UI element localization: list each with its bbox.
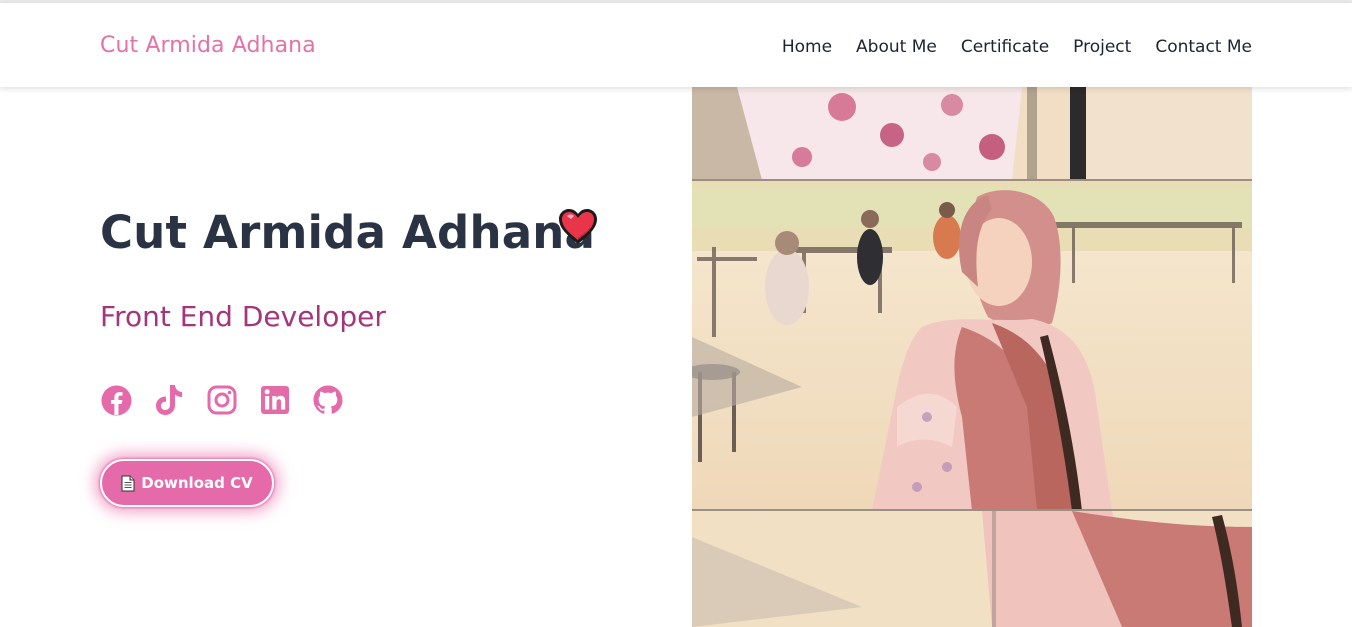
nav-project[interactable]: Project (1073, 37, 1131, 57)
navbar: Cut Armida Adhana Home About Me Certific… (0, 3, 1352, 87)
download-cv-button[interactable]: Download CV (100, 459, 274, 507)
hero-role: Front End Developer (100, 300, 386, 333)
nav-menu: Home About Me Certificate Project Contac… (782, 37, 1252, 57)
nav-about-me[interactable]: About Me (856, 37, 937, 57)
profile-photo (692, 87, 1252, 627)
hero-name: Cut Armida Adhana (100, 206, 596, 259)
tiktok-icon[interactable] (153, 384, 185, 416)
nav-contact-me[interactable]: Contact Me (1155, 37, 1252, 57)
github-icon[interactable] (312, 384, 344, 416)
instagram-icon[interactable] (206, 384, 238, 416)
social-links (100, 384, 344, 416)
nav-certificate[interactable]: Certificate (961, 37, 1049, 57)
facebook-icon[interactable] (100, 384, 132, 416)
document-icon (121, 475, 135, 491)
brand-logo[interactable]: Cut Armida Adhana (100, 33, 316, 58)
nav-home[interactable]: Home (782, 37, 832, 57)
heart-icon (559, 209, 597, 244)
download-cv-label: Download CV (141, 474, 253, 492)
linkedin-icon[interactable] (259, 384, 291, 416)
